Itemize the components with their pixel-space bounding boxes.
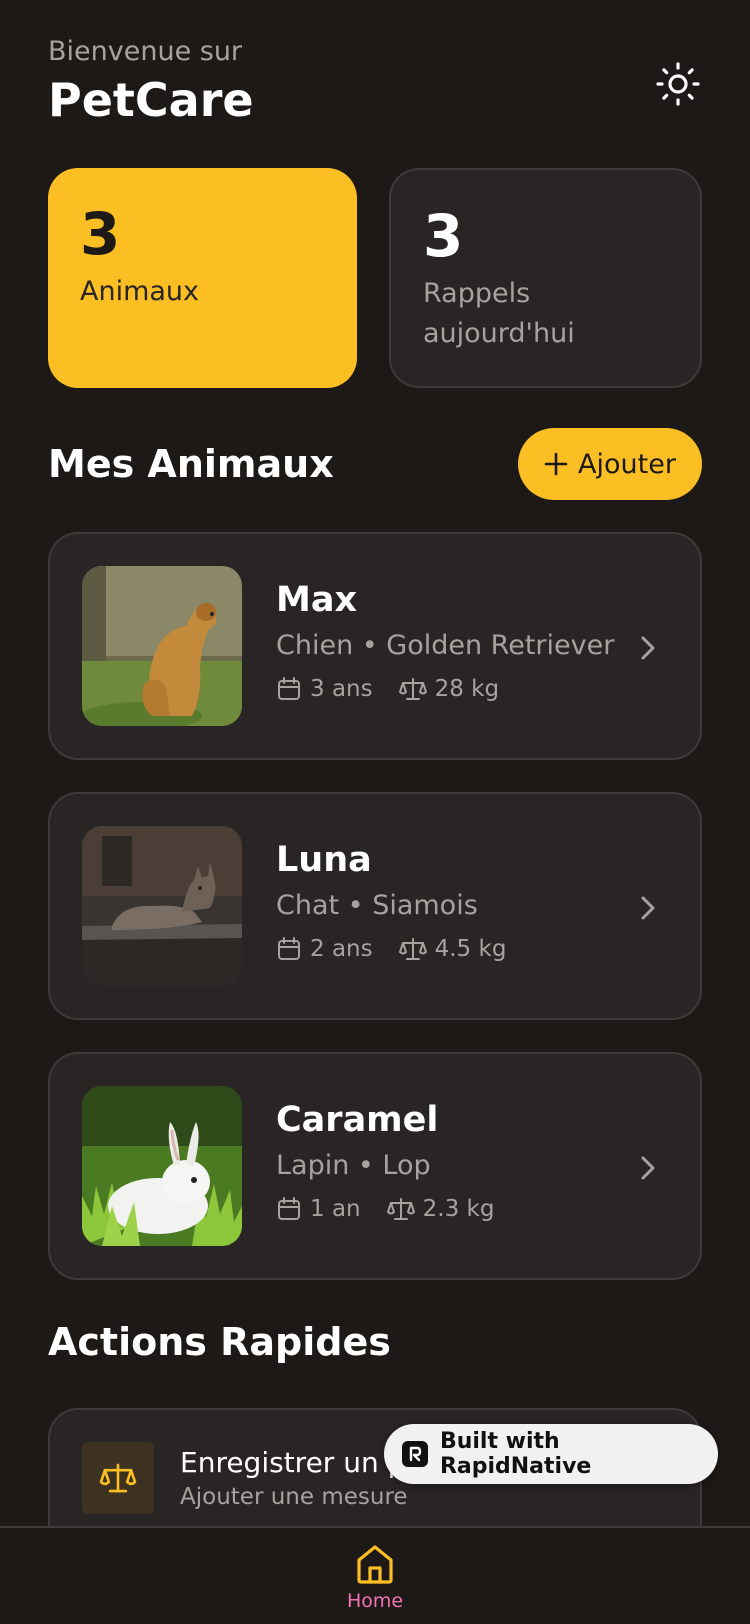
stat-value: 3 bbox=[80, 200, 121, 268]
pet-breed: Lapin • Lop bbox=[276, 1150, 431, 1181]
action-subtitle: Ajouter une mesure bbox=[180, 1484, 408, 1510]
pet-meta: 1 an 2.3 kg bbox=[276, 1196, 520, 1222]
sun-icon bbox=[656, 62, 700, 106]
pet-age-text: 1 an bbox=[310, 1196, 361, 1222]
pet-photo-dog bbox=[82, 566, 242, 726]
add-pet-label: Ajouter bbox=[578, 448, 676, 480]
pet-weight-text: 4.5 kg bbox=[434, 936, 507, 962]
scale-icon bbox=[398, 938, 427, 960]
scale-icon bbox=[386, 1198, 415, 1220]
pet-meta: 2 ans 4.5 kg bbox=[276, 936, 532, 962]
pet-name: Luna bbox=[276, 840, 372, 880]
pet-name: Caramel bbox=[276, 1100, 439, 1140]
chevron-right-icon bbox=[641, 896, 655, 920]
pet-weight: 2.3 kg bbox=[386, 1196, 495, 1222]
welcome-text: Bienvenue sur bbox=[48, 36, 243, 67]
calendar-icon bbox=[278, 677, 300, 700]
pet-weight: 4.5 kg bbox=[398, 936, 507, 962]
chevron-right-icon bbox=[641, 636, 655, 660]
pet-breed: Chat • Siamois bbox=[276, 890, 478, 921]
stats-row: 3 Animaux 3 Rappels aujourd'hui bbox=[48, 168, 702, 388]
rapidnative-logo-icon bbox=[402, 1441, 428, 1467]
pet-card-caramel[interactable]: Caramel Lapin • Lop 1 an 2.3 kg bbox=[48, 1052, 702, 1280]
pet-name: Max bbox=[276, 580, 358, 620]
pet-weight: 28 kg bbox=[398, 676, 500, 702]
pet-weight-text: 2.3 kg bbox=[422, 1196, 495, 1222]
pet-info: Max Chien • Golden Retriever 3 ans 28 kg bbox=[276, 578, 614, 702]
header: Bienvenue sur PetCare bbox=[48, 34, 702, 134]
pet-info: Caramel Lapin • Lop 1 an 2.3 kg bbox=[276, 1098, 520, 1222]
pet-card-luna[interactable]: Luna Chat • Siamois 2 ans 4.5 kg bbox=[48, 792, 702, 1020]
pet-weight-text: 28 kg bbox=[434, 676, 500, 702]
plus-icon bbox=[544, 452, 568, 476]
theme-toggle-button[interactable] bbox=[654, 60, 702, 108]
scale-icon bbox=[99, 1463, 137, 1493]
pet-breed: Chien • Golden Retriever bbox=[276, 630, 615, 661]
pet-card-max[interactable]: Max Chien • Golden Retriever 3 ans 28 kg bbox=[48, 532, 702, 760]
home-icon bbox=[357, 1545, 393, 1584]
pets-section-title: Mes Animaux bbox=[48, 442, 334, 486]
built-with-badge[interactable]: Built with RapidNative bbox=[384, 1424, 718, 1484]
stat-label: Rappels aujourd'hui bbox=[423, 278, 575, 349]
pet-age: 1 an bbox=[276, 1196, 361, 1222]
stat-card-reminders[interactable]: 3 Rappels aujourd'hui bbox=[389, 168, 702, 388]
stat-value: 3 bbox=[423, 202, 464, 270]
stat-label: Animaux bbox=[80, 276, 200, 307]
nav-item-home[interactable]: Home bbox=[335, 1542, 415, 1612]
bottom-nav: Home bbox=[0, 1526, 750, 1624]
badge-text: Built with RapidNative bbox=[439, 1429, 592, 1479]
add-pet-button[interactable]: Ajouter bbox=[518, 428, 702, 500]
nav-home-label: Home bbox=[346, 1590, 404, 1612]
pet-age: 3 ans bbox=[276, 676, 373, 702]
pet-info: Luna Chat • Siamois 2 ans 4.5 kg bbox=[276, 838, 532, 962]
actions-section-title: Actions Rapides bbox=[48, 1320, 391, 1364]
pet-age-text: 3 ans bbox=[310, 676, 373, 702]
pet-age-text: 2 ans bbox=[310, 936, 373, 962]
calendar-icon bbox=[278, 937, 300, 960]
pet-photo-rabbit bbox=[82, 1086, 242, 1246]
pets-section-header: Mes Animaux Ajouter bbox=[48, 428, 702, 500]
stat-card-animals[interactable]: 3 Animaux bbox=[48, 168, 357, 388]
pet-age: 2 ans bbox=[276, 936, 373, 962]
pet-photo-cat bbox=[82, 826, 242, 986]
scale-icon bbox=[398, 678, 427, 700]
chevron-right-icon bbox=[641, 1156, 655, 1180]
action-icon-box bbox=[82, 1442, 154, 1514]
app-title: PetCare bbox=[48, 73, 254, 127]
calendar-icon bbox=[278, 1197, 300, 1220]
pet-meta: 3 ans 28 kg bbox=[276, 676, 614, 702]
